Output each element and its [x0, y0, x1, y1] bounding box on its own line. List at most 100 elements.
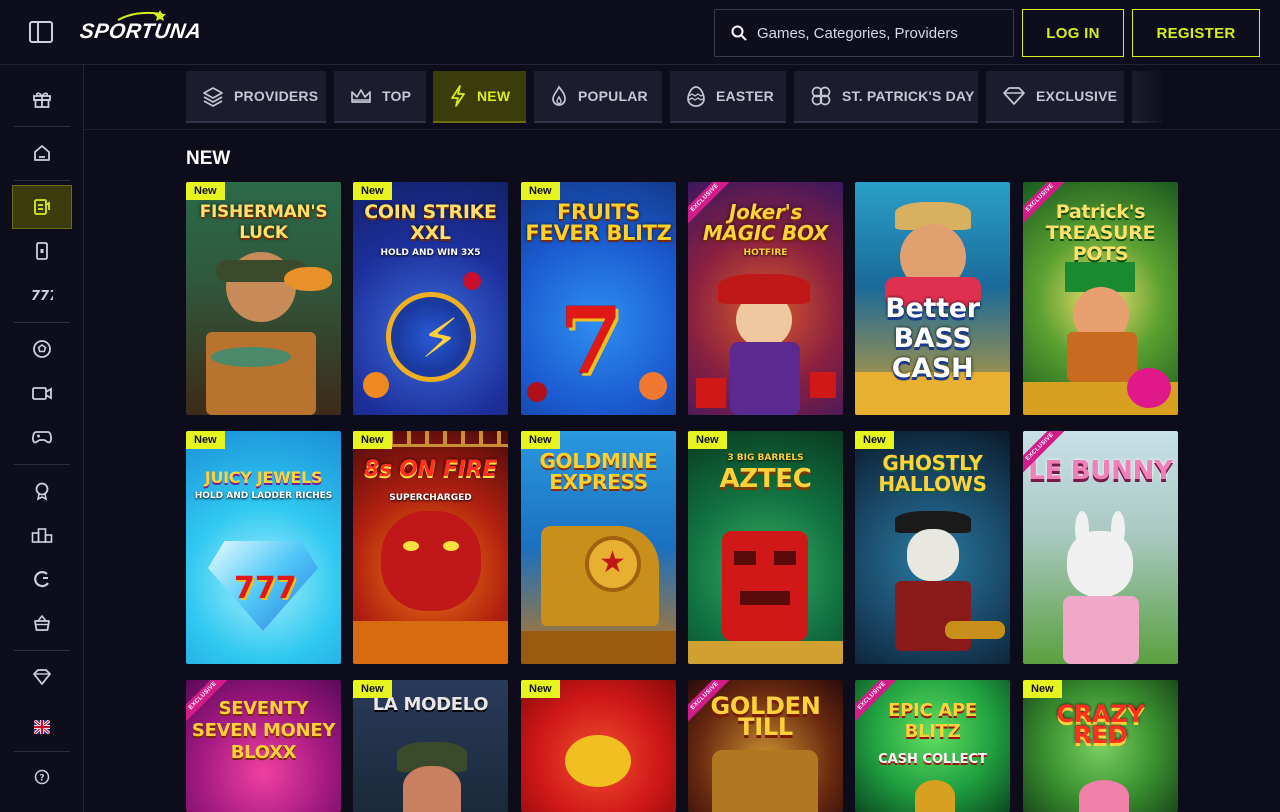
- podium-icon: [31, 528, 53, 543]
- tab-new[interactable]: NEW: [433, 71, 526, 123]
- game-tile[interactable]: New: [521, 680, 676, 812]
- game-tile[interactable]: ⚡ COIN STRIKE XXL HOLD AND WIN 3X5 New: [353, 182, 508, 415]
- tab-easter[interactable]: EASTER: [670, 71, 786, 123]
- game-tile[interactable]: LE BUNNY EXCLUSIVE: [1023, 431, 1178, 664]
- tab-label: PROVIDERS: [234, 88, 319, 104]
- login-button[interactable]: LOG IN: [1022, 9, 1124, 57]
- search-input[interactable]: Games, Categories, Providers: [714, 9, 1014, 57]
- tab-top[interactable]: TOP: [334, 71, 426, 123]
- tab-label: EXCLUSIVE: [1036, 88, 1118, 104]
- sidebar-divider: [14, 322, 70, 323]
- game-title: CRAZY RED: [1056, 700, 1145, 749]
- game-subtitle: HOLD AND LADDER RICHES: [194, 491, 333, 501]
- shop-basket-icon: [34, 614, 50, 631]
- sidebar-item-club[interactable]: [12, 557, 72, 601]
- game-subtitle: HOLD AND WIN 3X5: [380, 248, 481, 258]
- sidebar-item-shop[interactable]: [12, 601, 72, 645]
- slots-777-icon: 777: [31, 289, 53, 303]
- game-tile[interactable]: LA MODELO New: [353, 680, 508, 812]
- tabs-scroll-fade: [1130, 71, 1170, 123]
- game-title: SEVENTY SEVEN MONEY BLOXX: [191, 698, 336, 763]
- sidebar-item-slots[interactable]: 777: [12, 273, 72, 317]
- help-icon: ?: [34, 769, 50, 785]
- live-casino-icon: [36, 242, 48, 260]
- new-badge: New: [688, 431, 727, 449]
- new-badge: New: [353, 680, 392, 698]
- game-tile[interactable]: GHOSTLY HALLOWS New: [855, 431, 1010, 664]
- sidebar-item-esports[interactable]: [12, 415, 72, 459]
- new-badge: New: [521, 182, 560, 200]
- flame-icon: [552, 85, 566, 106]
- game-title: Joker's MAGIC BOX: [702, 200, 829, 245]
- game-title: Patrick's TREASURE POTS: [1045, 201, 1156, 265]
- game-tile[interactable]: ★ GOLDMINE EXPRESS New: [521, 431, 676, 664]
- seven-symbol: 7: [559, 287, 624, 395]
- tab-exclusive[interactable]: EXCLUSIVE: [986, 71, 1124, 123]
- easter-egg-icon: [687, 86, 705, 107]
- sidebar-item-help[interactable]: ?: [12, 755, 72, 799]
- game-title: FRUITS FEVER BLITZ: [525, 200, 672, 245]
- sidebar-item-rewards[interactable]: [12, 469, 72, 513]
- lightning-bolt-icon: ⚡: [421, 307, 459, 370]
- game-tile[interactable]: FISHERMAN'S LUCK New: [186, 182, 341, 415]
- sidebar-divider: [14, 126, 70, 127]
- new-badge: New: [353, 431, 392, 449]
- tab-label: EASTER: [716, 88, 774, 104]
- top-header: SPORTUNA Games, Categories, Providers LO…: [0, 0, 1280, 65]
- sidebar-item-casino[interactable]: [12, 185, 72, 229]
- game-tile[interactable]: 8s ON FIRE SUPERCHARGED New: [353, 431, 508, 664]
- layers-icon: [203, 87, 223, 107]
- game-tile[interactable]: EPIC APE BLITZ CASH COLLECT EXCLUSIVE: [855, 680, 1010, 812]
- new-badge: New: [1023, 680, 1062, 698]
- sidebar-toggle-button[interactable]: [28, 20, 54, 44]
- sidebar-item-live-casino[interactable]: [12, 229, 72, 273]
- game-tile[interactable]: GOLDEN TILL EXCLUSIVE: [688, 680, 843, 812]
- uk-flag-icon: [34, 720, 50, 734]
- game-tile[interactable]: 777 JUICY JEWELS HOLD AND LADDER RICHES …: [186, 431, 341, 664]
- search-placeholder: Games, Categories, Providers: [757, 24, 958, 42]
- new-badge: New: [855, 431, 894, 449]
- new-badge: New: [186, 431, 225, 449]
- game-title: FISHERMAN'S LUCK: [199, 202, 328, 243]
- tab-label: ST. PATRICK'S DAY: [842, 88, 975, 104]
- tab-providers[interactable]: PROVIDERS: [186, 71, 326, 123]
- svg-text:?: ?: [39, 774, 44, 784]
- sidebar-item-sports[interactable]: [12, 327, 72, 371]
- new-badge: New: [521, 431, 560, 449]
- game-title: EPIC APE BLITZ: [888, 700, 977, 742]
- game-tile[interactable]: 3 BIG BARRELS AZTEC New: [688, 431, 843, 664]
- game-title: JUICY JEWELS: [204, 468, 323, 487]
- home-icon: [34, 145, 50, 161]
- game-tile[interactable]: 7 FRUITS FEVER BLITZ New: [521, 182, 676, 415]
- sportuna-logo[interactable]: SPORTUNA: [78, 10, 203, 50]
- content-divider: [84, 129, 1280, 130]
- game-tile[interactable]: Better BASS CASH: [855, 182, 1010, 415]
- sidebar-divider: [14, 751, 70, 752]
- sidebar-item-tournaments[interactable]: [12, 513, 72, 557]
- sports-ball-icon: [33, 340, 51, 358]
- sidebar-item-home[interactable]: [12, 131, 72, 175]
- game-tile[interactable]: SEVENTY SEVEN MONEY BLOXX EXCLUSIVE: [186, 680, 341, 812]
- game-tile[interactable]: Patrick's TREASURE POTS EXCLUSIVE: [1023, 182, 1178, 415]
- sidebar-item-promotions[interactable]: [12, 77, 72, 121]
- tab-st-patricks-day[interactable]: ST. PATRICK'S DAY: [794, 71, 978, 123]
- new-badge: New: [186, 182, 225, 200]
- tab-popular[interactable]: POPULAR: [534, 71, 662, 123]
- register-button[interactable]: REGISTER: [1132, 9, 1260, 57]
- sidebar-item-live-sports[interactable]: [12, 371, 72, 415]
- game-title: GOLDMINE EXPRESS: [539, 449, 658, 494]
- clover-icon: [811, 86, 831, 106]
- game-subtitle: SUPERCHARGED: [389, 493, 472, 503]
- diamond-icon: [33, 669, 51, 685]
- sidebar-item-language[interactable]: [12, 705, 72, 749]
- game-tile[interactable]: CRAZY RED New: [1023, 680, 1178, 812]
- game-subtitle: HOTFIRE: [743, 248, 788, 258]
- lightning-icon: [451, 85, 465, 107]
- game-tile[interactable]: Joker's MAGIC BOX HOTFIRE EXCLUSIVE: [688, 182, 843, 415]
- diamond-icon: [1003, 87, 1025, 105]
- new-badge: New: [521, 680, 560, 698]
- sidebar-item-vip[interactable]: [12, 655, 72, 699]
- game-title: GOLDEN TILL: [710, 692, 821, 741]
- game-title: COIN STRIKE XXL: [364, 201, 497, 244]
- casino-icon: [34, 199, 50, 215]
